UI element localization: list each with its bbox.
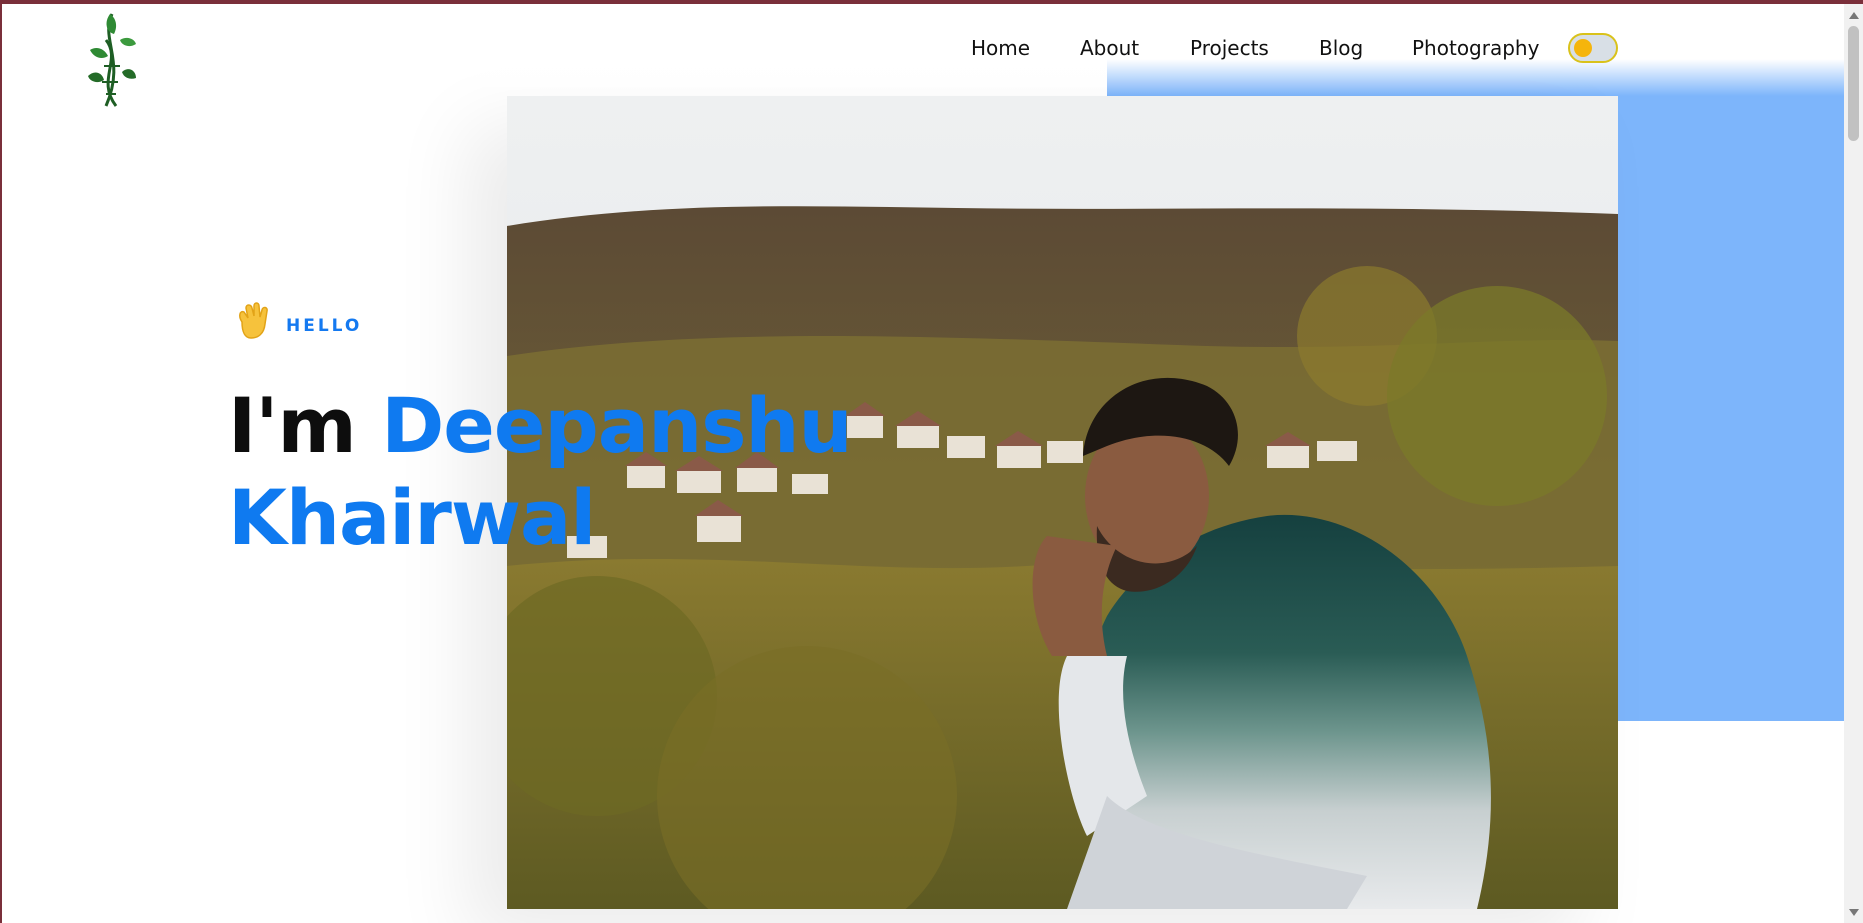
nav-projects[interactable]: Projects [1190, 36, 1269, 60]
scroll-down-arrow-icon[interactable] [1849, 909, 1859, 916]
scroll-thumb[interactable] [1848, 26, 1859, 141]
hero-headline: I'm Deepanshu Khairwal [228, 380, 868, 564]
nav-photography[interactable]: Photography [1412, 36, 1539, 60]
scroll-up-arrow-icon[interactable] [1849, 12, 1859, 19]
theme-toggle-switch[interactable] [1568, 33, 1618, 63]
leaf-dna-logo-icon[interactable] [82, 10, 140, 112]
nav-about[interactable]: About [1080, 36, 1139, 60]
intro-text: I'm [228, 381, 357, 470]
greeting-text: HELLO [286, 316, 363, 336]
page-scrollbar[interactable] [1844, 4, 1863, 923]
nav-blog[interactable]: Blog [1319, 36, 1363, 60]
waving-hand-icon [239, 302, 268, 339]
window-frame-left [0, 0, 2, 923]
first-name: Deepanshu [381, 381, 852, 470]
last-name: Khairwal [228, 473, 596, 562]
nav-home[interactable]: Home [971, 36, 1030, 60]
toggle-knob [1574, 39, 1592, 57]
